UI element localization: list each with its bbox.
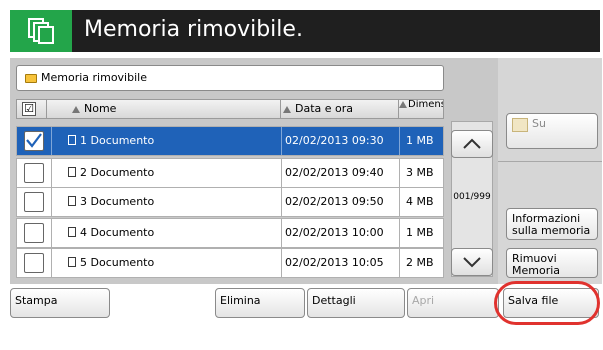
scroll-up-button[interactable] (451, 130, 493, 158)
remove-memory-button[interactable]: Rimuovi Memoria (506, 248, 598, 278)
delete-button[interactable]: Elimina (215, 288, 305, 318)
path-label: Memoria rimovibile (41, 71, 147, 84)
table-header: ☑ Nome Data e ora Dimensio ni (16, 99, 444, 119)
memory-info-button[interactable]: Informazioni sulla memoria (506, 208, 598, 240)
folder-up-icon (512, 118, 528, 132)
print-button[interactable]: Stampa (10, 288, 110, 318)
table-row[interactable]: 1 Documento 02/02/2013 09:30 1 MB (16, 126, 444, 156)
header-bar: Memoria rimovibile. (10, 10, 600, 52)
row-datetime: 02/02/2013 09:30 (281, 127, 399, 155)
row-datetime: 02/02/2013 10:00 (281, 219, 399, 247)
row-checkbox[interactable] (24, 163, 44, 183)
row-size: 4 MB (399, 188, 443, 216)
sort-triangle-icon (399, 101, 407, 108)
column-header-name[interactable]: Nome (47, 100, 281, 118)
check-icon (26, 133, 42, 148)
row-name: 1 Documento (80, 134, 155, 147)
row-name: 3 Documento (80, 195, 155, 208)
row-checkbox[interactable] (24, 192, 44, 212)
path-breadcrumb: Memoria rimovibile (16, 65, 444, 91)
document-icon (68, 257, 76, 267)
table-row[interactable]: 3 Documento 02/02/2013 09:50 4 MB (16, 187, 444, 217)
table-row[interactable]: 4 Documento 02/02/2013 10:00 1 MB (16, 218, 444, 248)
row-size: 1 MB (399, 127, 443, 155)
sort-triangle-icon (283, 106, 291, 113)
row-name: 4 Documento (80, 226, 155, 239)
scroll-down-button[interactable] (451, 248, 493, 276)
column-header-datetime[interactable]: Data e ora (281, 100, 399, 118)
row-checkbox[interactable] (24, 131, 44, 151)
removable-memory-icon (10, 10, 72, 52)
document-icon (68, 227, 76, 237)
page-indicator: 001/999 (453, 192, 491, 202)
document-icon (68, 135, 76, 145)
divider (498, 161, 602, 162)
page-title: Memoria rimovibile. (84, 17, 303, 42)
row-datetime: 02/02/2013 10:05 (281, 249, 399, 277)
row-datetime: 02/02/2013 09:50 (281, 188, 399, 216)
open-button[interactable]: Apri (407, 288, 499, 318)
document-icon (68, 167, 76, 177)
sort-triangle-icon (72, 106, 80, 113)
highlight-circle (494, 281, 600, 325)
select-all-checkbox-icon[interactable]: ☑ (22, 102, 36, 116)
document-icon (68, 196, 76, 206)
table-row[interactable]: 2 Documento 02/02/2013 09:40 3 MB (16, 158, 444, 188)
table-row[interactable]: 5 Documento 02/02/2013 10:05 2 MB (16, 248, 444, 278)
select-all-column[interactable]: ☑ (17, 100, 47, 118)
row-datetime: 02/02/2013 09:40 (281, 159, 399, 187)
row-name: 5 Documento (80, 256, 155, 269)
folder-icon (25, 73, 37, 83)
row-size: 2 MB (399, 249, 443, 277)
details-button[interactable]: Dettagli (307, 288, 405, 318)
row-size: 3 MB (399, 159, 443, 187)
chevron-up-icon (463, 138, 481, 149)
row-size: 1 MB (399, 219, 443, 247)
row-name: 2 Documento (80, 166, 155, 179)
row-checkbox[interactable] (24, 253, 44, 273)
up-button[interactable]: Su (506, 113, 598, 149)
column-header-size[interactable]: Dimensio ni (399, 100, 443, 118)
row-checkbox[interactable] (24, 223, 44, 243)
chevron-down-icon (463, 257, 481, 268)
